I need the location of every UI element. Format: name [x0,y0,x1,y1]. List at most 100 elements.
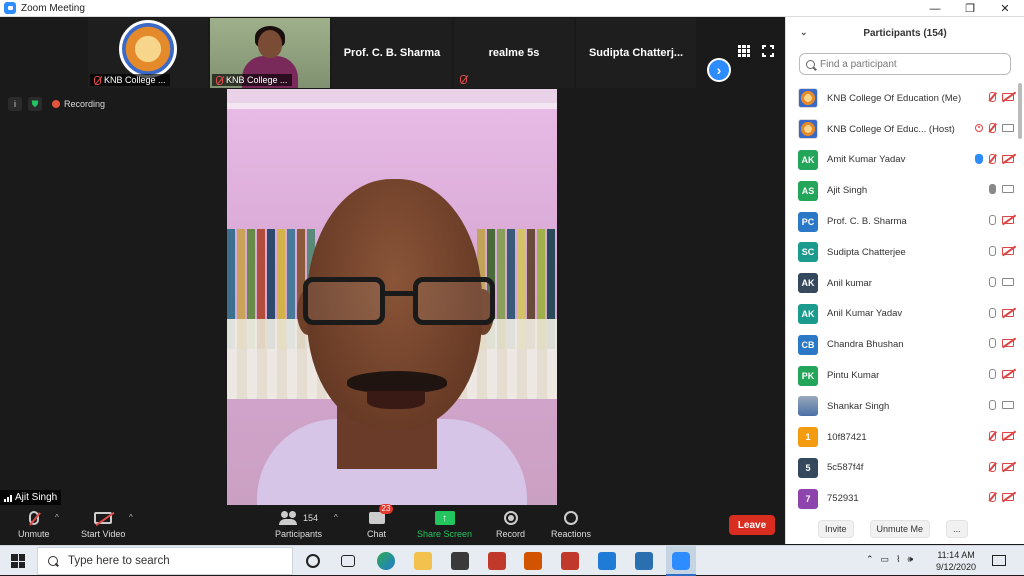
participant-status-icons [989,92,1014,102]
mic-icon [989,276,996,287]
thumbnail-tag: KNB College ... [212,74,292,86]
participant-row[interactable]: AS Ajit Singh [786,175,1018,206]
task-view-icon[interactable] [341,555,355,567]
reactions-button[interactable]: Reactions [551,509,591,539]
participant-row[interactable]: AK Amit Kumar Yadav [786,145,1018,176]
participants-count: 154 [303,513,319,523]
minimize-button[interactable]: — [918,0,952,17]
participant-name: 5c587f4f [827,462,864,474]
participant-name: Ajit Singh [827,185,868,197]
participant-name: KNB College Of Education (Me) [827,92,962,104]
participant-status-icons [989,338,1014,349]
participant-avatar: AK [798,149,818,170]
participants-button[interactable]: 154 Participants [275,509,322,539]
zoom-icon [672,552,690,570]
zoom-taskbar-button[interactable] [666,546,696,576]
mcafee-icon[interactable] [561,552,579,570]
mic-icon [989,338,996,349]
meeting-status: i ⛊ Recording [8,97,105,111]
cortana-icon[interactable] [306,554,320,568]
notifications-icon[interactable] [992,555,1006,566]
panel-title: Participants (154) [863,27,947,39]
participant-row[interactable]: Shankar Singh [786,391,1018,422]
camera-off-icon [1002,370,1014,379]
participant-status-icons [989,369,1014,380]
speaker-name-label: Ajit Singh [0,490,62,505]
record-button[interactable]: Record [496,509,525,539]
next-page-arrow-icon[interactable]: › [707,58,731,82]
share-screen-icon: ↑ [434,511,455,525]
participant-search[interactable] [799,53,1011,75]
mic-icon [989,245,996,256]
chat-button[interactable]: 23 Chat [367,504,394,539]
file-explorer-icon[interactable] [414,552,432,570]
thumbnail-sudipta[interactable]: Sudipta Chatterj... [576,18,696,88]
participant-row[interactable]: KNB College Of Education (Me) [786,83,1018,114]
shield-icon[interactable]: ⛊ [28,97,42,111]
participant-row[interactable]: 7 752931 [786,483,1018,514]
participant-row[interactable]: CB Chandra Bhushan [786,329,1018,360]
participants-panel: ⌄ Participants (154) KNB College Of Educ… [785,17,1024,544]
participant-avatar: PK [798,365,818,386]
unmute-me-button[interactable]: Unmute Me [869,520,931,538]
participants-scrollbar[interactable] [1018,83,1022,139]
camera-icon [1002,277,1014,286]
maximize-button[interactable]: ❐ [953,0,987,17]
store-icon[interactable] [451,552,469,570]
camera-off-icon [1002,493,1014,502]
mic-off-icon [989,92,996,102]
participant-search-input[interactable] [820,58,990,70]
participant-status-icons [989,276,1014,287]
mail-icon[interactable] [598,552,616,570]
thumbnail-knb-logo[interactable]: KNB College ... [88,18,208,88]
participant-row[interactable]: AK Anil kumar [786,268,1018,299]
app-icon-red[interactable] [488,552,506,570]
tray-chevron-icon[interactable]: ⌃ [866,554,874,565]
share-screen-button[interactable]: ↑ Share Screen [417,509,472,539]
taskbar-clock[interactable]: 11:14 AM 9/12/2020 [936,549,976,573]
audio-options-caret[interactable]: ^ [55,513,59,522]
participants-options-caret[interactable]: ^ [334,513,338,522]
participant-status-icons [989,399,1014,410]
pdf-icon[interactable] [524,552,542,570]
participant-avatar: 7 [798,488,818,509]
more-button[interactable]: ... [946,520,968,538]
thumbnail-cb-sharma[interactable]: Prof. C. B. Sharma [332,18,452,88]
unmute-button[interactable]: Unmute [18,509,50,539]
participant-row[interactable]: 1 10f87421 [786,422,1018,453]
camera-off-icon [94,512,113,524]
thumbnail-realme[interactable]: realme 5s [454,18,574,88]
fullscreen-icon[interactable] [761,44,775,58]
battery-icon[interactable]: ▭ [881,554,890,565]
thumbnail-strip: KNB College ... KNB College ... Prof. C.… [88,18,696,88]
app-icon-blue[interactable] [635,552,653,570]
panel-header: ⌄ Participants (154) [786,17,1024,49]
start-video-button[interactable]: Start Video [81,509,125,539]
video-options-caret[interactable]: ^ [129,513,133,522]
record-icon [503,511,518,525]
network-icon[interactable]: ⌇ [896,554,900,565]
edge-icon[interactable] [377,552,395,570]
close-button[interactable]: ✕ [988,0,1022,17]
participant-row[interactable]: 5 5c587f4f [786,453,1018,484]
thumbnail-knb-video[interactable]: KNB College ... [210,18,330,88]
participant-row[interactable]: SC Sudipta Chatterjee [786,237,1018,268]
mic-off-icon [989,492,996,503]
invite-button[interactable]: Invite [818,520,854,538]
participant-name: Amit Kumar Yadav [827,154,906,166]
gallery-view-icon[interactable] [738,45,750,57]
info-icon[interactable]: i [8,97,22,111]
mic-icon [989,215,996,226]
windows-start-icon[interactable] [11,554,25,568]
leave-button[interactable]: Leave [729,515,775,535]
participant-row[interactable]: PC Prof. C. B. Sharma [786,206,1018,237]
participant-avatar: PC [798,211,818,232]
participant-row[interactable]: KNB College Of Educ... (Host) [786,114,1018,145]
participant-row[interactable]: PK Pintu Kumar [786,360,1018,391]
participant-row[interactable]: AK Anil Kumar Yadav [786,299,1018,330]
collapse-chevron-icon[interactable]: ⌄ [800,27,808,38]
participant-name: Pintu Kumar [827,370,880,382]
volume-icon[interactable]: 🕪 [907,554,913,565]
thumbnail-name: realme 5s [488,47,540,59]
taskbar-search[interactable]: Type here to search [37,547,293,575]
